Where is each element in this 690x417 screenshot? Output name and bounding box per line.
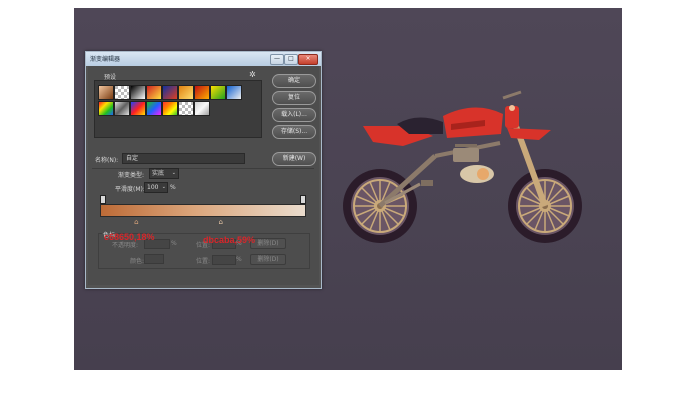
smoothness-label: 平滑度(M):	[115, 186, 145, 193]
preset-swatch[interactable]	[210, 85, 226, 100]
new-button[interactable]: 新建(W)	[272, 152, 316, 166]
save-button[interactable]: 存储(S)...	[272, 125, 316, 139]
load-button[interactable]: 载入(L)...	[272, 108, 316, 122]
annotation-stop-1: c68650,18%	[104, 232, 155, 242]
preset-swatch[interactable]	[194, 101, 210, 116]
presets-settings-icon[interactable]: ✲	[249, 70, 256, 79]
minimize-icon[interactable]: —	[270, 54, 284, 65]
engine	[421, 144, 494, 186]
location-label-2: 位置:	[196, 258, 211, 265]
preset-swatch[interactable]	[98, 85, 114, 100]
gradient-type-value: 实底	[152, 170, 165, 177]
delete-opacity-stop-button[interactable]: 删除(D)	[250, 238, 286, 249]
preset-swatch[interactable]	[178, 85, 194, 100]
preset-swatch[interactable]	[130, 85, 146, 100]
preset-swatch[interactable]	[146, 85, 162, 100]
preset-swatch[interactable]	[98, 101, 114, 116]
preset-swatch[interactable]	[162, 85, 178, 100]
location-unit-2: %	[236, 256, 242, 263]
preset-swatch[interactable]	[226, 85, 242, 100]
opacity-stop-left[interactable]	[100, 195, 106, 204]
annotation-stop-2: dbcaba,59%	[203, 235, 256, 245]
gradient-type-select[interactable]: 实底 ⌄	[149, 168, 179, 179]
motorcycle-body	[363, 90, 551, 146]
color-label: 颜色:	[130, 258, 145, 265]
gradient-editor-dialog: 渐变编辑器 — □ × 预设 ✲ 确定 复位 载入(L)... 存储(S)...…	[85, 51, 322, 289]
divider	[92, 168, 314, 169]
ok-button[interactable]: 确定	[272, 74, 316, 88]
delete-color-stop-button[interactable]: 删除(D)	[250, 254, 286, 265]
chevron-down-icon: ⌄	[161, 184, 166, 190]
close-icon[interactable]: ×	[298, 54, 318, 65]
preset-swatch[interactable]	[146, 101, 162, 116]
name-input[interactable]: 自定	[122, 153, 245, 164]
gradient-type-label: 渐变类型:	[118, 172, 145, 179]
preset-swatch[interactable]	[130, 101, 146, 116]
dialog-title: 渐变编辑器	[90, 56, 121, 63]
preset-swatch[interactable]	[162, 101, 178, 116]
opacity-unit: %	[171, 240, 177, 247]
location-input-2[interactable]	[212, 255, 236, 265]
name-label: 名称(N):	[95, 157, 119, 164]
stop-color-swatch[interactable]	[144, 254, 164, 264]
smoothness-value: 100	[147, 184, 159, 191]
dialog-title-bar[interactable]: 渐变编辑器 — □ ×	[86, 52, 321, 66]
presets-panel[interactable]	[94, 80, 262, 138]
preset-swatch[interactable]	[178, 101, 194, 116]
opacity-stop-right[interactable]	[300, 195, 306, 204]
color-stop-icon[interactable]: ⌂	[134, 218, 138, 226]
preset-swatch[interactable]	[194, 85, 210, 100]
smoothness-select[interactable]: 100 ⌄	[144, 182, 168, 193]
color-stop-icon[interactable]: ⌂	[219, 218, 223, 226]
maximize-icon[interactable]: □	[284, 54, 298, 65]
smoothness-unit: %	[170, 184, 176, 191]
motorcycle-illustration	[343, 90, 582, 243]
reset-button[interactable]: 复位	[272, 91, 316, 105]
preset-swatch[interactable]	[114, 101, 130, 116]
gradient-bar[interactable]	[100, 204, 306, 217]
chevron-down-icon: ⌄	[171, 170, 176, 176]
preset-swatch[interactable]	[114, 85, 130, 100]
